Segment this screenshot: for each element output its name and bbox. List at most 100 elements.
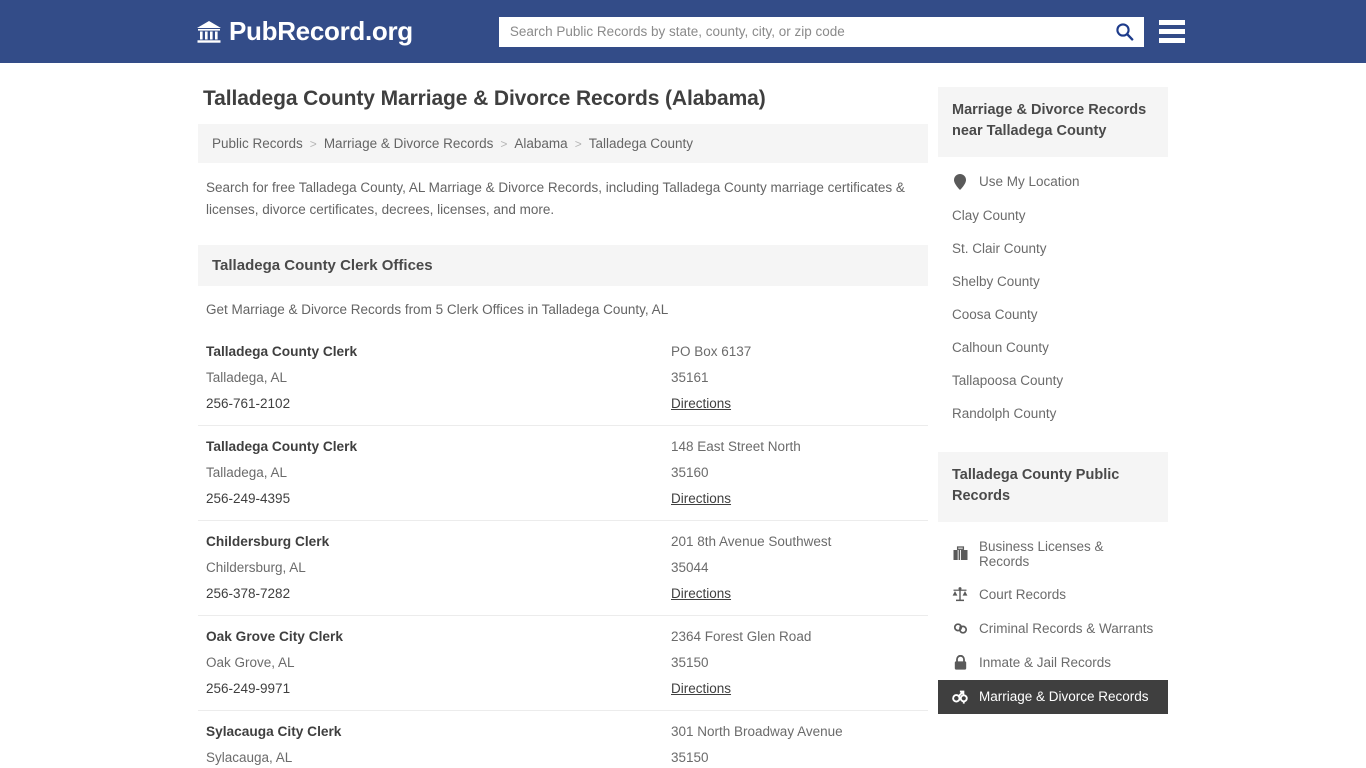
office-address-info: 148 East Street North 35160 Directions [671,439,920,506]
page-body: Talladega County Marriage & Divorce Reco… [0,63,1366,768]
office-phone[interactable]: 256-378-7282 [206,586,671,601]
public-records-heading: Talladega County Public Records [938,451,1168,522]
public-record-link[interactable]: Business Licenses & Records [938,530,1168,578]
nearby-county-link[interactable]: Calhoun County [938,331,1168,364]
office-address: 201 8th Avenue Southwest [671,533,832,549]
clerk-offices-heading: Talladega County Clerk Offices [198,244,928,286]
office-city-state: Sylacauga, AL [206,749,293,765]
office-zip: 35150 [671,749,709,765]
bank-building-icon [196,20,222,44]
office-city-state: Childersburg, AL [206,559,306,575]
office-directions-link[interactable]: Directions [671,586,920,601]
nearby-county-link[interactable]: Tallapoosa County [938,364,1168,397]
office-city-state: Talladega, AL [206,369,288,385]
nearby-county-link[interactable]: Use My Location [938,165,1168,199]
office-city-state: Talladega, AL [206,464,288,480]
brand-logo-link[interactable]: PubRecord.org [196,16,413,47]
office-directions-link[interactable]: Directions [671,491,920,506]
breadcrumb-item-1[interactable]: Public Records [212,136,303,151]
handcuffs-icon [952,621,968,637]
office-zip: 35160 [671,464,709,480]
office-name: Oak Grove City Clerk [206,628,343,644]
public-record-label: Court Records [979,587,1067,603]
public-record-link[interactable]: Criminal Records & Warrants [938,612,1168,646]
breadcrumb-item-2[interactable]: Marriage & Divorce Records [324,136,494,151]
clerk-office-row: Childersburg Clerk Childersburg, AL 256-37… [198,519,928,615]
office-primary-info: Childersburg Clerk Childersburg, AL 256-37… [206,534,671,601]
office-primary-info: Sylacauga City ClerkSylacauga, AL256-401… [206,724,671,768]
search-icon[interactable] [1114,21,1136,43]
office-name: Talladega County Clerk [206,343,358,359]
office-primary-info: Oak Grove City Clerk Oak Grove, AL 256-249… [206,629,671,696]
office-directions-link[interactable]: Directions [671,396,920,411]
breadcrumb-separator: > [574,136,582,151]
office-zip: 35044 [671,559,709,575]
office-address-info: PO Box 6137 35161 Directions [671,344,920,411]
nearby-records-list: Use My Location Clay County St. Clair Coun… [938,157,1168,430]
office-phone[interactable]: 256-249-4395 [206,491,671,506]
page-intro-text: Search for free Talladega County, AL Mar… [206,180,905,217]
office-name: Sylacauga City Clerk [206,723,342,739]
office-address-info: 301 North Broadway Avenue35150Directions [671,724,920,768]
nearby-county-label: Coosa County [952,306,1038,322]
clerk-office-row: Talladega County Clerk Talladega, AL 256-2… [198,424,928,520]
breadcrumb-separator: > [309,136,317,151]
hamburger-bar [1158,38,1185,43]
public-record-link[interactable]: Court Records [938,578,1168,612]
nearby-county-label: Tallapoosa County [952,372,1064,388]
page-title: Talladega County Marriage & Divorce Reco… [203,87,766,110]
nearby-county-link[interactable]: Coosa County [938,298,1168,331]
office-name: Childersburg Clerk [206,533,330,549]
main-column: Talladega County Marriage & Divorce Reco… [198,87,928,768]
hamburger-menu-icon[interactable] [1158,20,1185,43]
office-city-state: Oak Grove, AL [206,654,295,670]
office-directions-link[interactable]: Directions [671,681,920,696]
clerk-office-row: Oak Grove City Clerk Oak Grove, AL 256-249… [198,614,928,710]
brand-name: PubRecord.org [229,16,413,46]
public-record-link[interactable]: Inmate & Jail Records [938,646,1168,680]
nearby-county-label: St. Clair County [952,240,1047,256]
search-bar [498,16,1144,47]
office-zip: 35161 [671,369,709,385]
nearby-county-label: Shelby County [952,273,1040,289]
scales-of-justice-icon [952,587,968,603]
office-zip: 35150 [671,654,709,670]
office-primary-info: Talladega County Clerk Talladega, AL 256-2… [206,439,671,506]
public-record-label: Business Licenses & Records [979,538,1104,569]
nearby-records-heading: Marriage & Divorce Records near Talladeg… [938,87,1168,157]
nearby-county-link[interactable]: Clay County [938,199,1168,232]
site-header: PubRecord.org [0,0,1366,63]
sidebar: Marriage & Divorce Records near Talladeg… [938,87,1168,768]
office-address-info: 201 8th Avenue Southwest 35044 Directions [671,534,920,601]
public-record-link[interactable]: Marriage & Divorce Records [938,679,1168,714]
clerk-office-row: Sylacauga City ClerkSylacauga, AL256-401… [198,709,928,768]
nearby-county-link[interactable]: Shelby County [938,265,1168,298]
clerk-offices-list: Talladega County Clerk Talladega, AL 256-7… [198,331,928,768]
breadcrumb-item-4: Talladega County [588,136,694,151]
gender-symbols-icon [952,689,968,705]
public-record-label: Marriage & Divorce Records [979,689,1149,705]
briefcase-icon [952,546,968,562]
content-container: Talladega County Marriage & Divorce Reco… [198,63,1168,768]
nearby-county-link[interactable]: Randolph County [938,397,1168,430]
office-address: PO Box 6137 [671,343,752,359]
office-phone[interactable]: 256-761-2102 [206,396,671,411]
breadcrumb-item-3[interactable]: Alabama [514,136,567,151]
clerk-offices-subheading: Get Marriage & Divorce Records from 5 Cl… [206,301,669,317]
search-input[interactable] [498,16,1144,47]
public-records-list: Business Licenses & Records Court Records… [938,522,1168,714]
breadcrumb-separator: > [500,136,508,151]
office-address: 2364 Forest Glen Road [671,628,812,644]
office-address-info: 2364 Forest Glen Road 35150 Directions [671,629,920,696]
office-phone[interactable]: 256-249-9971 [206,681,671,696]
nearby-county-label: Randolph County [952,405,1057,421]
clerk-office-row: Talladega County Clerk Talladega, AL 256-7… [198,331,928,425]
nearby-county-link[interactable]: St. Clair County [938,232,1168,265]
office-name: Talladega County Clerk [206,438,358,454]
office-address: 148 East Street North [671,438,801,454]
breadcrumb: Public Records > Marriage & Divorce Record… [198,124,928,163]
public-record-label: Criminal Records & Warrants [979,621,1154,637]
office-address: 301 North Broadway Avenue [671,723,843,739]
hamburger-bar [1158,20,1185,25]
map-pin-icon [952,173,968,190]
